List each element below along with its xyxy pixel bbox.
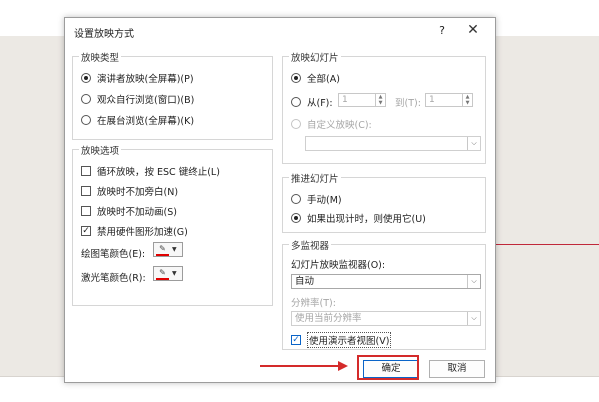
show-options-group: 放映选项 循环放映，按 ESC 键终止(L) 放映时不加旁白(N) 放映时不加动… bbox=[72, 143, 273, 306]
checkmark-icon[interactable]: ✓ bbox=[81, 226, 91, 236]
from-value: 1 bbox=[342, 95, 348, 105]
arrow-right-icon bbox=[338, 361, 348, 371]
radio-icon[interactable] bbox=[81, 94, 91, 104]
radio-kiosk[interactable]: 在展台浏览(全屏幕)(K) bbox=[81, 113, 194, 127]
from-spinner[interactable]: 1 ▲ ▼ bbox=[338, 93, 386, 107]
radio-label: 在展台浏览(全屏幕)(K) bbox=[97, 116, 195, 127]
laser-color-label: 激光笔颜色(R): bbox=[81, 273, 146, 284]
pen-color-label: 绘图笔颜色(E): bbox=[81, 249, 146, 260]
checkbox-label: 禁用硬件图形加速(G) bbox=[97, 227, 188, 238]
radio-label: 手动(M) bbox=[307, 195, 342, 206]
set-up-slide-show-dialog: 设置放映方式 ? ✕ 放映类型 演讲者放映(全屏幕)(P) 观众自行浏览(窗口)… bbox=[64, 17, 496, 383]
radio-icon[interactable] bbox=[291, 119, 301, 129]
show-type-group: 放映类型 演讲者放映(全屏幕)(P) 观众自行浏览(窗口)(B) 在展台浏览(全… bbox=[72, 50, 273, 140]
checkbox-label: 放映时不加动画(S) bbox=[97, 207, 177, 218]
multiple-monitors-label: 多监视器 bbox=[289, 238, 332, 252]
radio-label: 自定义放映(C): bbox=[307, 120, 372, 131]
show-options-label: 放映选项 bbox=[79, 143, 122, 157]
annotation-arrow bbox=[260, 365, 340, 367]
checkbox-no-animation[interactable]: 放映时不加动画(S) bbox=[81, 204, 177, 218]
pen-icon: ✎ bbox=[156, 244, 169, 256]
checkbox-no-narration[interactable]: 放映时不加旁白(N) bbox=[81, 184, 178, 198]
radio-audience[interactable]: 观众自行浏览(窗口)(B) bbox=[81, 92, 194, 106]
radio-label: 观众自行浏览(窗口)(B) bbox=[97, 95, 195, 106]
show-type-label: 放映类型 bbox=[79, 50, 122, 64]
monitor-select[interactable]: 自动 ⌵ bbox=[291, 274, 481, 289]
radio-presenter[interactable]: 演讲者放映(全屏幕)(P) bbox=[81, 71, 194, 85]
radio-icon[interactable] bbox=[81, 115, 91, 125]
checkmark-icon[interactable]: ✓ bbox=[291, 335, 301, 345]
radio-icon[interactable] bbox=[291, 213, 301, 223]
spinner-arrows-icon[interactable]: ▲ ▼ bbox=[375, 94, 385, 106]
ok-button-highlight bbox=[357, 355, 419, 380]
checkbox-label: 放映时不加旁白(N) bbox=[97, 187, 179, 198]
checkbox-disable-hw-accel[interactable]: ✓ 禁用硬件图形加速(G) bbox=[81, 224, 188, 238]
checkbox-label: 循环放映，按 ESC 键终止(L) bbox=[97, 167, 220, 178]
checkbox-icon[interactable] bbox=[81, 166, 91, 176]
radio-label: 如果出现计时，则使用它(U) bbox=[307, 214, 426, 225]
monitor-value: 自动 bbox=[295, 276, 315, 287]
checkbox-label: 使用演示者视图(V) bbox=[307, 332, 392, 348]
radio-icon[interactable] bbox=[291, 97, 301, 107]
checkbox-loop[interactable]: 循环放映，按 ESC 键终止(L) bbox=[81, 164, 220, 178]
show-slides-label: 放映幻灯片 bbox=[289, 50, 341, 64]
radio-from-slide[interactable]: 从(F): bbox=[291, 95, 333, 109]
resolution-value: 使用当前分辨率 bbox=[295, 313, 362, 324]
help-button[interactable]: ? bbox=[436, 24, 448, 37]
laser-color-picker[interactable]: ✎ ▼ bbox=[153, 266, 183, 281]
to-label: 到(T): bbox=[395, 98, 421, 109]
chevron-down-icon: ▼ bbox=[172, 270, 177, 277]
resolution-select[interactable]: 使用当前分辨率 ⌵ bbox=[291, 311, 481, 326]
chevron-down-icon: ⌵ bbox=[467, 137, 480, 150]
to-spinner[interactable]: 1 ▲ ▼ bbox=[425, 93, 473, 107]
radio-label: 演讲者放映(全屏幕)(P) bbox=[97, 74, 194, 85]
advance-slides-label: 推进幻灯片 bbox=[289, 171, 341, 185]
pen-icon: ✎ bbox=[156, 268, 169, 280]
radio-custom-show[interactable]: 自定义放映(C): bbox=[291, 117, 372, 131]
pen-color-picker[interactable]: ✎ ▼ bbox=[153, 242, 183, 257]
radio-all-slides[interactable]: 全部(A) bbox=[291, 71, 340, 85]
radio-manual[interactable]: 手动(M) bbox=[291, 192, 342, 206]
checkbox-icon[interactable] bbox=[81, 186, 91, 196]
radio-use-timings[interactable]: 如果出现计时，则使用它(U) bbox=[291, 211, 426, 225]
chevron-down-icon: ⌵ bbox=[467, 275, 480, 288]
advance-slides-group: 推进幻灯片 手动(M) 如果出现计时，则使用它(U) bbox=[282, 171, 486, 233]
radio-label: 从(F): bbox=[307, 98, 333, 109]
cancel-button[interactable]: 取消 bbox=[429, 360, 485, 378]
checkbox-presenter-view[interactable]: ✓ 使用演示者视图(V) bbox=[291, 332, 392, 348]
custom-show-select[interactable]: ⌵ bbox=[305, 136, 481, 151]
checkbox-icon[interactable] bbox=[81, 206, 91, 216]
chevron-down-icon: ▼ bbox=[172, 246, 177, 253]
to-value: 1 bbox=[429, 95, 435, 105]
show-slides-group: 放映幻灯片 全部(A) 从(F): 1 ▲ ▼ 到(T): 1 ▲ ▼ 自定义放映(… bbox=[282, 50, 486, 164]
spinner-arrows-icon[interactable]: ▲ ▼ bbox=[462, 94, 472, 106]
resolution-label: 分辨率(T): bbox=[291, 298, 336, 309]
close-icon[interactable]: ✕ bbox=[465, 22, 481, 38]
radio-label: 全部(A) bbox=[307, 74, 340, 85]
multiple-monitors-group: 多监视器 幻灯片放映监视器(O): 自动 ⌵ 分辨率(T): 使用当前分辨率 ⌵… bbox=[282, 238, 486, 350]
dialog-title: 设置放映方式 bbox=[74, 29, 134, 40]
slide-decoration-line bbox=[486, 244, 599, 245]
chevron-down-icon: ⌵ bbox=[467, 312, 480, 325]
radio-icon[interactable] bbox=[81, 73, 91, 83]
radio-icon[interactable] bbox=[291, 73, 301, 83]
radio-icon[interactable] bbox=[291, 194, 301, 204]
monitor-label: 幻灯片放映监视器(O): bbox=[291, 260, 386, 271]
